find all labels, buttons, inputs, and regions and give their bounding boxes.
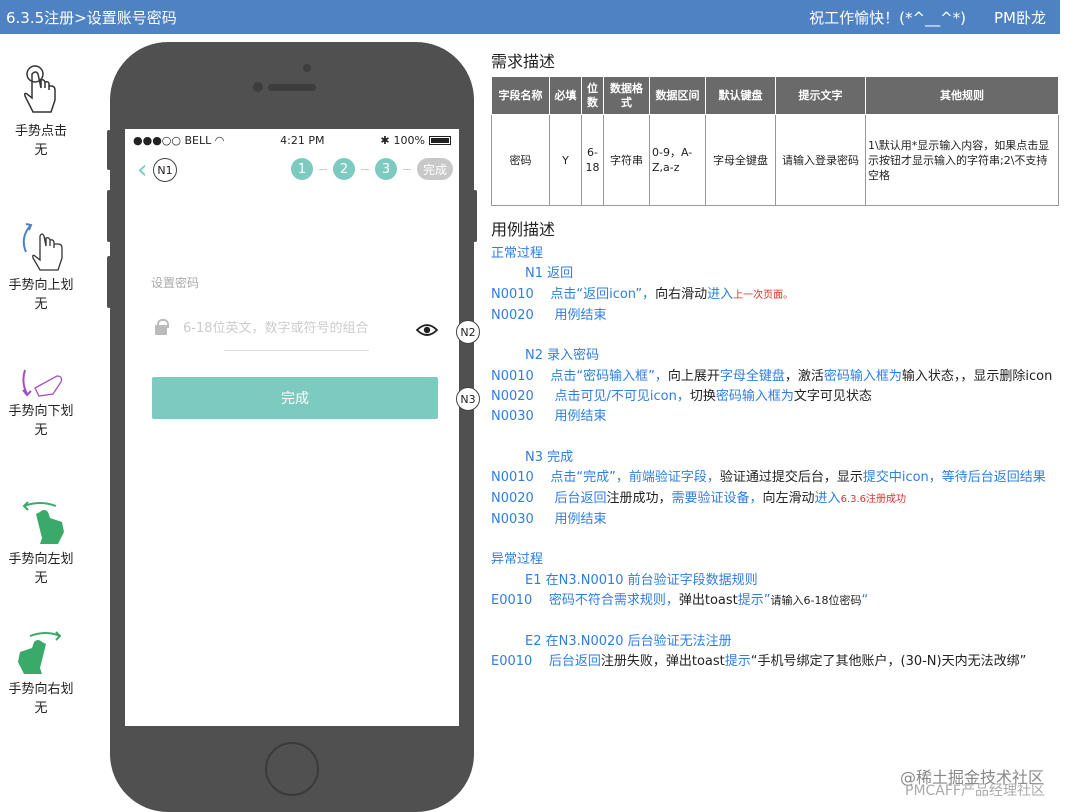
gesture-label: 手势向右划 [8, 682, 74, 697]
home-button[interactable] [265, 742, 319, 796]
password-input[interactable] [183, 321, 403, 336]
col-header: 必填 [549, 76, 582, 115]
phone-speaker [268, 84, 316, 91]
req-table: 字段名称 必填 位数 数据格式 数据区间 默认键盘 提示文字 其他规则 密码 Y… [491, 76, 1059, 206]
password-row [151, 319, 441, 349]
input-underline [224, 350, 369, 351]
col-header: 数据格式 [603, 76, 650, 115]
table-cell: 1\默认用*显示输入内容，如果点击显示按钮才显示输入的字符串;2\不支持空格 [865, 114, 1059, 206]
table-row: 密码 Y 6-18 字符串 0-9，A-Z,a-z 字母全键盘 请输入登录密码 … [491, 114, 1059, 206]
gesture-value: 无 [34, 143, 48, 158]
step-done: 完成 [417, 158, 453, 180]
battery-status: ✱ 100% [380, 134, 451, 147]
back-chevron-icon[interactable]: ‹ [137, 157, 147, 183]
step-divider [361, 168, 369, 170]
step-2: 2 [333, 158, 355, 180]
page-title: 6.3.5注册>设置账号密码 [6, 8, 177, 27]
table-cell: 密码 [491, 114, 550, 206]
case-line: N0030 用例结束 [491, 409, 607, 425]
gesture-value: 无 [34, 701, 48, 716]
table-cell: 字母全键盘 [705, 114, 776, 206]
req-heading: 需求描述 [491, 52, 556, 71]
gesture-swipe-down: 手势向下划 无 [0, 368, 82, 440]
gesture-tap: 手势点击 无 [0, 64, 82, 160]
status-bar: ●●●○○ BELL ◠ 4:21 PM ✱ 100% [125, 129, 459, 151]
phone-camera [253, 82, 263, 92]
case-title-n3: N3 完成 [525, 449, 574, 465]
case-line: N0010 点击“密码输入框”，向上展开字母全键盘，激活密码输入框为输入状态，，… [491, 368, 1053, 384]
gesture-swipe-left: 手势向左划 无 [0, 500, 82, 588]
col-header: 默认键盘 [705, 76, 776, 115]
wifi-icon: ◠ [214, 133, 225, 147]
bluetooth-icon: ✱ [380, 133, 390, 147]
phone-screen: ●●●○○ BELL ◠ 4:21 PM ✱ 100% ‹ 1 2 3 完成 设置… [125, 129, 459, 726]
password-label: 设置密码 [151, 276, 200, 290]
case-line: N0010 点击“完成”，前端验证字段，验证通过提交后台，显示提交中icon，等… [491, 470, 1046, 486]
gesture-value: 无 [34, 571, 48, 586]
col-header: 其他规则 [865, 76, 1059, 115]
gesture-label: 手势向上划 [8, 278, 74, 293]
callout-n3: N3 [456, 387, 480, 411]
swipe-down-hand-icon [22, 369, 63, 397]
table-header-row: 字段名称 必填 位数 数据格式 数据区间 默认键盘 提示文字 其他规则 [491, 76, 1059, 115]
step-1: 1 [291, 158, 313, 180]
case-title-e2: E2 在N3.N0020 后台验证无法注册 [525, 633, 732, 649]
gesture-swipe-right: 手势向右划 无 [0, 630, 82, 718]
col-header: 字段名称 [491, 76, 550, 115]
step-indicator: 1 2 3 完成 [291, 158, 453, 180]
gesture-value: 无 [34, 297, 48, 312]
col-header: 位数 [581, 76, 604, 115]
gesture-label: 手势向下划 [8, 404, 74, 419]
header-bar: 6.3.5注册>设置账号密码 祝工作愉快！(*^__^*) PM卧龙 [0, 0, 1060, 34]
case-line: N0020 用例结束 [491, 307, 607, 323]
carrier-signal: ●●●○○ BELL ◠ [133, 133, 225, 147]
table-cell: 0-9，A-Z,a-z [649, 114, 706, 206]
case-title-n2: N2 录入密码 [525, 348, 600, 364]
step-divider [403, 168, 411, 170]
gesture-label: 手势向左划 [8, 552, 74, 567]
case-line: E0010 后台返回注册失败，弹出toast提示“手机号绑定了其他账户，(30-… [491, 653, 1027, 669]
gesture-label: 手势点击 [14, 124, 67, 139]
table-cell: 请输入登录密码 [775, 114, 866, 206]
case-title-e1: E1 在N3.N0010 前台验证字段数据规则 [525, 572, 758, 588]
header-author: PM卧龙 [994, 8, 1046, 27]
tap-hand-icon [24, 65, 56, 113]
step-divider [319, 168, 327, 170]
col-header: 数据区间 [649, 76, 706, 115]
case-line: N0020 后台返回注册成功，需要验证设备，向左滑动进入6.3.6注册成功 [491, 490, 907, 506]
case-line: N0010 点击“返回icon”，向右滑动进入上一次页面。 [491, 286, 794, 302]
eye-icon[interactable] [416, 323, 438, 337]
callout-n1: N1 [153, 158, 177, 182]
section-abnormal: 异常过程 [491, 552, 544, 568]
done-button[interactable]: 完成 [152, 377, 438, 419]
lock-icon [155, 319, 169, 335]
callout-n2: N2 [456, 320, 480, 344]
table-cell: Y [549, 114, 582, 206]
case-line: N0020 点击可见/不可见icon，切换密码输入框为文字可见状态 [491, 389, 872, 405]
col-header: 提示文字 [775, 76, 866, 115]
watermark-secondary: PMCAFF产品经理社区 [905, 783, 1045, 799]
header-slogan: 祝工作愉快！(*^__^*) [809, 8, 966, 27]
usecase-body: 正常过程 N1 返回 N0010 点击“返回icon”，向右滑动进入上一次页面。… [491, 244, 1057, 672]
gesture-value: 无 [34, 423, 48, 438]
section-normal: 正常过程 [491, 246, 544, 261]
swipe-left-hand-icon [22, 501, 64, 544]
usecase-heading: 用例描述 [491, 220, 556, 239]
table-cell: 6-18 [581, 114, 604, 206]
swipe-right-hand-icon [18, 631, 62, 674]
case-title-n1: N1 返回 [525, 266, 574, 282]
phone-sensor [303, 64, 311, 72]
case-line: E0010 密码不符合需求规则，弹出toast提示”请输入6-18位密码“ [491, 593, 869, 609]
swipe-up-hand-icon [22, 223, 63, 271]
status-time: 4:21 PM [280, 133, 325, 147]
battery-icon [428, 135, 451, 145]
table-cell: 字符串 [603, 114, 650, 206]
case-line: N0030 用例结束 [491, 511, 607, 527]
step-3: 3 [375, 158, 397, 180]
gesture-swipe-up: 手势向上划 无 [0, 222, 82, 314]
